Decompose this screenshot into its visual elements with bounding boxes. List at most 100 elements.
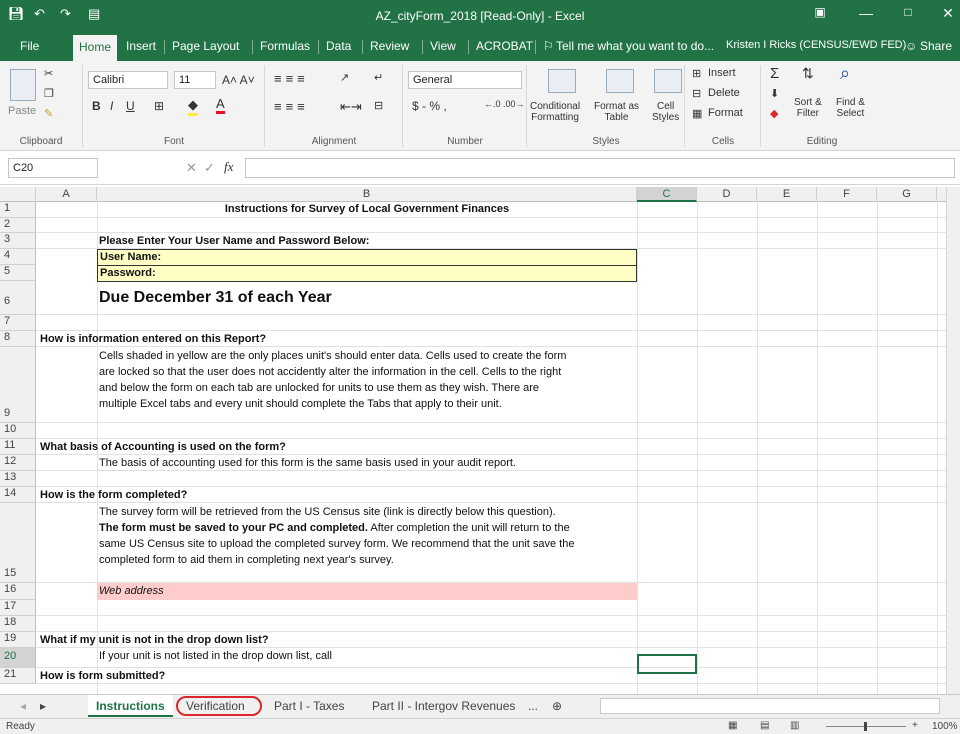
format-as-table-button[interactable]: Format as Table: [594, 101, 639, 123]
italic-button[interactable]: I: [110, 99, 113, 113]
cell-b4[interactable]: User Name:: [100, 250, 161, 265]
format-cells-button[interactable]: Format: [708, 107, 743, 119]
horizontal-align-icons[interactable]: ≡≡≡: [274, 99, 309, 114]
underline-button[interactable]: U: [126, 99, 135, 113]
tab-page-layout[interactable]: Page Layout: [172, 39, 239, 53]
maximize-icon[interactable]: □: [898, 5, 918, 19]
zoom-slider-thumb[interactable]: [864, 722, 867, 731]
tell-me-search[interactable]: Tell me what you want to do...: [556, 39, 714, 53]
paste-icon[interactable]: [10, 69, 36, 101]
tab-file[interactable]: File: [20, 39, 39, 53]
font-color-icon[interactable]: A: [216, 96, 225, 114]
fill-color-icon[interactable]: ◆: [188, 97, 198, 116]
column-header-g[interactable]: G: [877, 187, 937, 202]
number-format-select[interactable]: General: [408, 71, 522, 89]
name-box[interactable]: C20: [8, 158, 98, 178]
row-header[interactable]: 13: [0, 471, 36, 487]
add-sheet-icon[interactable]: ⊕: [552, 695, 562, 717]
tab-insert[interactable]: Insert: [126, 39, 156, 53]
cell-a11[interactable]: What basis of Accounting is used on the …: [40, 440, 286, 455]
font-name-select[interactable]: Calibri: [88, 71, 168, 89]
cancel-icon[interactable]: ✕: [186, 160, 197, 176]
clear-icon[interactable]: ◆: [770, 107, 778, 120]
cell-b19[interactable]: If your unit is not listed in the drop d…: [99, 649, 332, 664]
insert-cells-button[interactable]: Insert: [708, 67, 736, 79]
row-header[interactable]: 1: [0, 202, 36, 218]
column-header-d[interactable]: D: [697, 187, 757, 202]
insert-function-icon[interactable]: fx: [224, 159, 233, 175]
page-layout-view-icon[interactable]: ▤: [760, 720, 769, 731]
search-icon[interactable]: ⌕: [840, 63, 850, 84]
tab-home[interactable]: Home: [73, 35, 117, 61]
row-header-selected[interactable]: 20: [0, 648, 36, 668]
font-size-select[interactable]: 11: [174, 71, 216, 89]
page-break-view-icon[interactable]: ▥: [790, 720, 799, 731]
ribbon-display-icon[interactable]: ▣: [810, 5, 830, 19]
zoom-in-icon[interactable]: +: [912, 720, 918, 731]
format-table-icon[interactable]: [606, 69, 634, 93]
sort-filter-button[interactable]: Sort & Filter: [794, 97, 822, 119]
currency-percent-buttons[interactable]: $ - % ,: [412, 99, 447, 113]
merge-icon[interactable]: ⊟: [374, 99, 383, 112]
wrap-text-icon[interactable]: ↵: [374, 71, 383, 84]
row-header[interactable]: 18: [0, 616, 36, 632]
column-header-e[interactable]: E: [757, 187, 817, 202]
row-header[interactable]: 19: [0, 632, 36, 648]
cell-b15[interactable]: The survey form will be retrieved from t…: [99, 504, 639, 568]
bold-button[interactable]: B: [92, 99, 101, 113]
zoom-level[interactable]: 100%: [932, 721, 958, 732]
row-header[interactable]: 4: [0, 249, 36, 265]
find-select-button[interactable]: Find & Select: [836, 97, 865, 119]
row-header[interactable]: 8: [0, 331, 36, 347]
sheet-tab-part-ii-intergov[interactable]: Part II - Intergov Revenues: [372, 695, 515, 717]
enter-icon[interactable]: ✓: [204, 160, 215, 176]
paste-button[interactable]: Paste: [8, 105, 36, 117]
active-cell-c20[interactable]: [637, 654, 697, 674]
sheet-tab-part-i-taxes[interactable]: Part I - Taxes: [274, 695, 344, 717]
cell-a18[interactable]: What if my unit is not in the drop down …: [40, 633, 269, 648]
cell-b16[interactable]: Web address: [99, 584, 164, 599]
row-header[interactable]: 14: [0, 487, 36, 503]
sheet-tab-instructions[interactable]: Instructions: [88, 695, 173, 717]
tab-formulas[interactable]: Formulas: [260, 39, 310, 53]
share-button[interactable]: Share: [920, 39, 952, 53]
row-header[interactable]: 12: [0, 455, 36, 471]
cut-icon[interactable]: ✂: [44, 67, 53, 80]
cell-b9[interactable]: Cells shaded in yellow are the only plac…: [99, 348, 639, 412]
select-all[interactable]: [0, 187, 36, 202]
cell-styles-icon[interactable]: [654, 69, 682, 93]
tab-review[interactable]: Review: [370, 39, 409, 53]
cell-b3[interactable]: Please Enter Your User Name and Password…: [99, 234, 369, 249]
column-header-b[interactable]: B: [97, 187, 637, 202]
row-header[interactable]: 3: [0, 233, 36, 249]
cell-a8[interactable]: How is information entered on this Repor…: [40, 332, 266, 347]
orientation-icon[interactable]: ↗: [340, 71, 349, 84]
close-icon[interactable]: ✕: [938, 5, 958, 22]
cell-a14[interactable]: How is the form completed?: [40, 488, 187, 503]
autosum-icon[interactable]: Σ: [770, 65, 779, 82]
sort-filter-icon[interactable]: ⇅: [802, 65, 814, 82]
minimize-icon[interactable]: —: [856, 5, 876, 21]
normal-view-icon[interactable]: ▦: [728, 720, 737, 731]
row-header[interactable]: 5: [0, 265, 36, 281]
row-header[interactable]: 9: [0, 347, 36, 423]
row-header[interactable]: 11: [0, 439, 36, 455]
tab-view[interactable]: View: [430, 39, 456, 53]
worksheet-grid[interactable]: 1 2 3 4 5 6 7 8 9 10 11 12 13 14 15 16 1…: [0, 202, 946, 694]
more-sheets-button[interactable]: ...: [528, 695, 538, 717]
column-header-c[interactable]: C: [637, 187, 697, 202]
tab-data[interactable]: Data: [326, 39, 351, 53]
column-header-f[interactable]: F: [817, 187, 877, 202]
cell-a21[interactable]: How is form submitted?: [40, 669, 165, 684]
cell-b6[interactable]: Due December 31 of each Year: [99, 288, 332, 308]
row-header[interactable]: 21: [0, 668, 36, 684]
cell-b12[interactable]: The basis of accounting used for this fo…: [99, 456, 516, 471]
copy-icon[interactable]: ❐: [44, 87, 54, 100]
scroll-right-icon[interactable]: ▸: [40, 695, 46, 717]
row-header[interactable]: 16: [0, 583, 36, 600]
vertical-align-icons[interactable]: ≡≡≡: [274, 71, 309, 86]
row-header[interactable]: 2: [0, 218, 36, 233]
formula-input[interactable]: [245, 158, 955, 178]
tab-acrobat[interactable]: ACROBAT: [476, 39, 533, 53]
delete-cells-button[interactable]: Delete: [708, 87, 740, 99]
